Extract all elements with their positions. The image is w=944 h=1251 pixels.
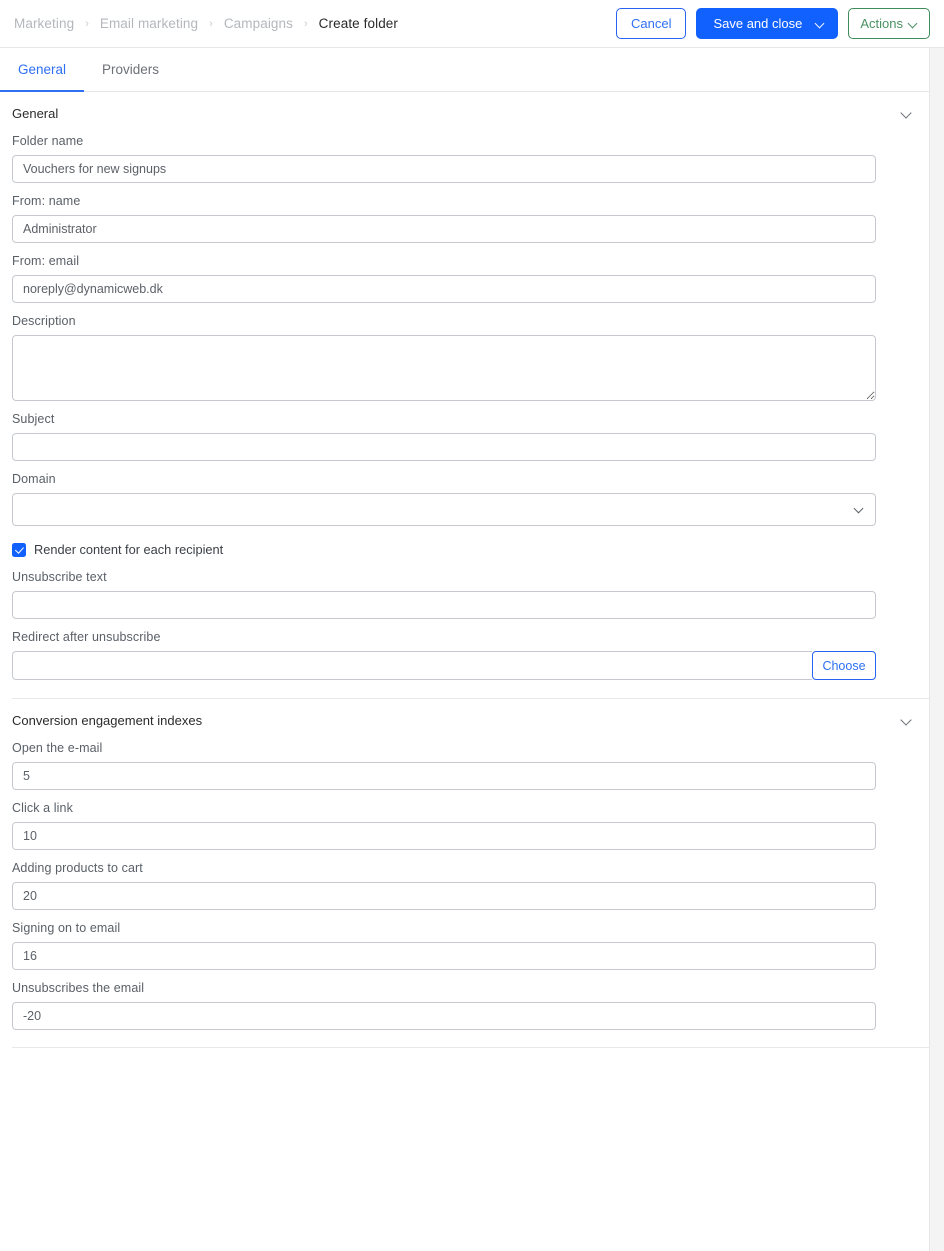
section-header-conversion: Conversion engagement indexes bbox=[12, 699, 932, 730]
form-content: General Folder name From: name From: ema… bbox=[0, 92, 944, 1048]
label-unsubscribes: Unsubscribes the email bbox=[12, 981, 145, 995]
top-bar: Marketing › Email marketing › Campaigns … bbox=[0, 0, 944, 48]
tab-providers[interactable]: Providers bbox=[84, 48, 177, 92]
from-name-input[interactable] bbox=[12, 215, 876, 243]
breadcrumb-separator-icon: › bbox=[209, 17, 213, 30]
field-redirect-after-unsubscribe: Redirect after unsubscribe Choose bbox=[12, 619, 932, 680]
field-from-email: From: email bbox=[12, 243, 932, 303]
section-title-conversion: Conversion engagement indexes bbox=[12, 713, 203, 728]
tab-general[interactable]: General bbox=[0, 48, 85, 92]
chevron-down-icon bbox=[909, 19, 918, 28]
label-click-link: Click a link bbox=[12, 801, 73, 815]
field-unsubscribe-text: Unsubscribe text bbox=[12, 559, 932, 619]
tab-bar: General Providers bbox=[0, 48, 944, 92]
from-email-input[interactable] bbox=[12, 275, 876, 303]
chevron-down-icon[interactable] bbox=[816, 19, 825, 28]
breadcrumb-item-campaigns[interactable]: Campaigns bbox=[222, 16, 295, 31]
label-add-to-cart: Adding products to cart bbox=[12, 861, 143, 875]
render-content-checkbox[interactable] bbox=[12, 542, 26, 557]
save-and-close-button[interactable]: Save and close bbox=[696, 8, 839, 39]
field-click-link: Click a link bbox=[12, 790, 932, 850]
domain-select[interactable] bbox=[12, 493, 876, 526]
vertical-scrollbar[interactable] bbox=[929, 48, 944, 1251]
field-signing-on: Signing on to email bbox=[12, 910, 932, 970]
breadcrumb-separator-icon: › bbox=[85, 17, 89, 30]
bottom-divider bbox=[12, 1047, 932, 1048]
label-redirect-after-unsubscribe: Redirect after unsubscribe bbox=[12, 630, 161, 644]
topbar-actions: Cancel Save and close Actions bbox=[615, 8, 930, 39]
actions-label: Actions bbox=[860, 16, 903, 31]
open-email-input[interactable] bbox=[12, 762, 876, 790]
label-render-content[interactable]: Render content for each recipient bbox=[34, 542, 223, 557]
field-description: Description bbox=[12, 303, 932, 401]
create-folder-page: Marketing › Email marketing › Campaigns … bbox=[0, 0, 944, 1251]
cancel-button[interactable]: Cancel bbox=[615, 8, 687, 39]
field-folder-name: Folder name bbox=[12, 123, 932, 183]
field-render-content[interactable]: Render content for each recipient bbox=[12, 526, 932, 559]
chevron-down-icon[interactable] bbox=[900, 714, 914, 728]
label-open-email: Open the e-mail bbox=[12, 741, 103, 755]
section-title-general: General bbox=[12, 106, 59, 121]
unsubscribes-input[interactable] bbox=[12, 1002, 876, 1030]
field-from-name: From: name bbox=[12, 183, 932, 243]
breadcrumb-separator-icon: › bbox=[304, 17, 308, 30]
chevron-down-icon[interactable] bbox=[900, 107, 914, 121]
breadcrumb-item-create-folder: Create folder bbox=[318, 16, 399, 31]
field-unsubscribes: Unsubscribes the email bbox=[12, 970, 932, 1030]
label-folder-name: Folder name bbox=[12, 134, 84, 148]
redirect-input-group: Choose bbox=[12, 651, 876, 680]
field-domain: Domain bbox=[12, 461, 932, 526]
description-textarea[interactable] bbox=[12, 335, 876, 401]
click-link-input[interactable] bbox=[12, 822, 876, 850]
field-subject: Subject bbox=[12, 401, 932, 461]
add-to-cart-input[interactable] bbox=[12, 882, 876, 910]
label-description: Description bbox=[12, 314, 76, 328]
breadcrumb-item-email-marketing[interactable]: Email marketing bbox=[98, 16, 200, 31]
unsubscribe-text-input[interactable] bbox=[12, 591, 876, 619]
label-from-email: From: email bbox=[12, 254, 80, 268]
field-open-email: Open the e-mail bbox=[12, 730, 932, 790]
redirect-after-unsubscribe-input[interactable] bbox=[12, 651, 812, 680]
label-subject: Subject bbox=[12, 412, 55, 426]
field-add-to-cart: Adding products to cart bbox=[12, 850, 932, 910]
breadcrumb-item-marketing[interactable]: Marketing bbox=[12, 16, 76, 31]
label-unsubscribe-text: Unsubscribe text bbox=[12, 570, 107, 584]
label-domain: Domain bbox=[12, 472, 56, 486]
subject-input[interactable] bbox=[12, 433, 876, 461]
save-and-close-label: Save and close bbox=[713, 16, 803, 31]
choose-button[interactable]: Choose bbox=[812, 651, 876, 680]
actions-button[interactable]: Actions bbox=[848, 8, 930, 39]
breadcrumb: Marketing › Email marketing › Campaigns … bbox=[12, 16, 400, 31]
folder-name-input[interactable] bbox=[12, 155, 876, 183]
label-signing-on: Signing on to email bbox=[12, 921, 121, 935]
domain-select-wrapper bbox=[12, 493, 876, 526]
label-from-name: From: name bbox=[12, 194, 81, 208]
signing-on-input[interactable] bbox=[12, 942, 876, 970]
section-header-general: General bbox=[12, 92, 932, 123]
